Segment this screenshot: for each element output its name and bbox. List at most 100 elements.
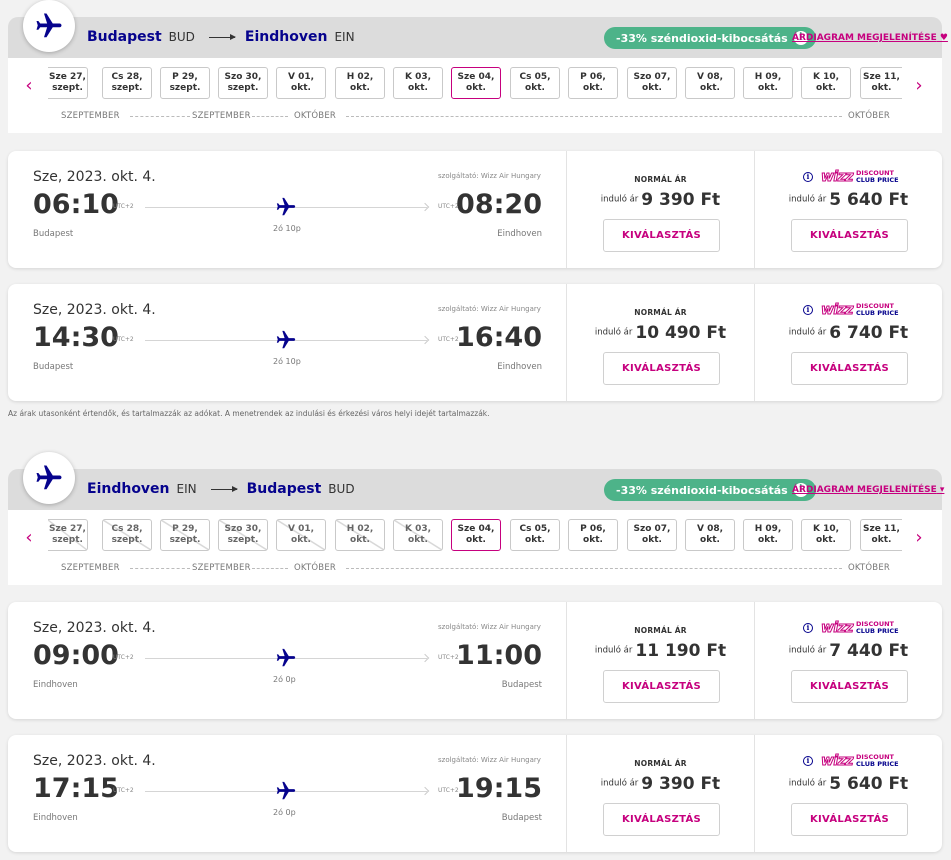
normal-fare: NORMÁL ÁR induló ár 10 490 Ft KIVÁLASZTÁS (566, 284, 754, 401)
date-option: H 02, okt. (335, 519, 385, 551)
date-month: szept. (52, 535, 83, 545)
normal-fare: NORMÁL ÁR induló ár 9 390 Ft KIVÁLASZTÁS (566, 735, 754, 852)
date-month: szept. (227, 535, 259, 545)
date-day: Sze 11, (863, 524, 900, 534)
airplane-icon (275, 780, 297, 802)
wizz-wordmark: wizz (820, 302, 854, 319)
date-day: P 29, (172, 72, 198, 82)
select-club-fare-button[interactable]: KIVÁLASZTÁS (791, 219, 908, 252)
date-option: Szo 30, szept. (218, 519, 268, 551)
date-option[interactable]: Szo 07, okt. (627, 519, 677, 551)
price-amount: 6 740 Ft (829, 322, 909, 343)
date-option[interactable]: K 10, okt. (801, 519, 851, 551)
date-option[interactable]: Szo 07, okt. (627, 67, 677, 99)
date-option[interactable]: K 10, okt. (801, 67, 851, 99)
date-option[interactable]: P 06, okt. (568, 519, 618, 551)
price-amount: 7 440 Ft (829, 640, 909, 661)
date-option[interactable]: Sze 11, okt. (860, 519, 902, 551)
date-option[interactable]: V 08, okt. (685, 67, 735, 99)
date-day: Sze 27, (49, 72, 86, 82)
airplane-icon (36, 13, 62, 38)
date-day: K 03, (404, 72, 432, 82)
date-option[interactable]: P 29, szept. (160, 67, 210, 99)
club-fare: i wizz DISCOUNT CLUB PRICE induló ár 5 640 Ft… (754, 735, 942, 852)
date-month: okt. (700, 83, 720, 93)
select-normal-fare-button[interactable]: KIVÁLASZTÁS (603, 352, 720, 385)
price-from-label: induló ár (788, 645, 827, 656)
fare-title: NORMÁL ÁR (634, 759, 687, 768)
select-club-fare-button[interactable]: KIVÁLASZTÁS (791, 670, 908, 703)
price-from-label: induló ár (594, 327, 633, 338)
month-label: OKTÓBER (294, 111, 336, 121)
month-label: SZEPTEMBER (61, 111, 120, 121)
fare-price: induló ár 5 640 Ft (755, 189, 942, 210)
co2-badge[interactable]: -33% széndioxid-kibocsátás i (604, 479, 816, 501)
arrival-time: 16:40 (456, 322, 542, 353)
date-option[interactable]: Cs 28, szept. (102, 67, 152, 99)
date-option[interactable]: Sze 04, okt. (451, 519, 501, 551)
fare-price: induló ár 9 390 Ft (567, 773, 754, 794)
departure-time: 14:30 (33, 322, 119, 353)
select-club-fare-button[interactable]: KIVÁLASZTÁS (791, 352, 908, 385)
route-header-outbound: Budapest BUD Eindhoven EIN -33% széndiox… (8, 17, 948, 58)
price-amount: 9 390 Ft (641, 189, 721, 210)
origin-code: BUD (168, 30, 195, 44)
destination-code: BUD (328, 482, 355, 496)
date-selector-outbound: ‹ › Sze 27, szept. Cs 28, szept. P 29, szept.… (8, 58, 942, 133)
date-day: Szo 07, (633, 524, 671, 534)
fare-price: induló ár 6 740 Ft (755, 322, 942, 343)
date-option[interactable]: Sze 11, okt. (860, 67, 902, 99)
date-option[interactable]: V 08, okt. (685, 519, 735, 551)
price-chart-link[interactable]: ÁRDIAGRAM MEGJELENÍTÉSE ▾ (792, 485, 944, 495)
date-option[interactable]: H 09, okt. (743, 519, 793, 551)
info-icon[interactable]: i (803, 172, 813, 182)
flight-date: Sze, 2023. okt. 4. (33, 753, 156, 769)
date-day: Sze 11, (863, 72, 900, 82)
date-day: Sze 04, (457, 72, 495, 82)
date-month: okt. (291, 83, 311, 93)
date-option[interactable]: Cs 05, okt. (510, 67, 560, 99)
chevron-right-icon[interactable]: › (912, 74, 926, 98)
wizz-wordmark: wizz (820, 753, 854, 770)
price-amount: 10 490 Ft (635, 322, 727, 343)
chevron-left-icon[interactable]: ‹ (22, 526, 36, 550)
date-option[interactable]: H 02, okt. (335, 67, 385, 99)
date-option[interactable]: Szo 30, szept. (218, 67, 268, 99)
airplane-icon (275, 647, 297, 669)
date-option[interactable]: H 09, okt. (743, 67, 793, 99)
airplane-icon (275, 329, 297, 351)
date-selector-return: ‹ › Sze 27, szept. Cs 28, szept. P 29, szept.… (8, 510, 942, 585)
date-option[interactable]: Sze 27, szept. (48, 67, 88, 99)
date-option[interactable]: Cs 05, okt. (510, 519, 560, 551)
select-normal-fare-button[interactable]: KIVÁLASZTÁS (603, 219, 720, 252)
date-day: V 08, (696, 72, 724, 82)
date-option[interactable]: P 06, okt. (568, 67, 618, 99)
date-option[interactable]: K 03, okt. (393, 67, 443, 99)
fare-title: NORMÁL ÁR (634, 626, 687, 635)
destination-code: EIN (334, 30, 355, 44)
date-option[interactable]: Sze 04, okt. (451, 67, 501, 99)
date-day: Cs 28, (111, 72, 143, 82)
fare-price: induló ár 5 640 Ft (755, 773, 942, 794)
info-icon[interactable]: i (803, 305, 813, 315)
select-normal-fare-button[interactable]: KIVÁLASZTÁS (603, 803, 720, 836)
info-icon[interactable]: i (803, 756, 813, 766)
date-month: okt. (466, 535, 486, 545)
date-month: okt. (758, 83, 778, 93)
price-from-label: induló ár (788, 194, 827, 205)
info-icon[interactable]: i (803, 623, 813, 633)
price-chart-link[interactable]: ÁRDIAGRAM MEGJELENÍTÉSE ♥ (792, 33, 948, 43)
select-normal-fare-button[interactable]: KIVÁLASZTÁS (603, 670, 720, 703)
chevron-left-icon[interactable]: ‹ (22, 74, 36, 98)
date-month: okt. (408, 535, 428, 545)
select-club-fare-button[interactable]: KIVÁLASZTÁS (791, 803, 908, 836)
destination-city: Budapest (246, 481, 322, 497)
date-day: H 02, (346, 524, 374, 534)
date-option[interactable]: V 01, okt. (276, 67, 326, 99)
date-day: Sze 04, (457, 524, 495, 534)
co2-badge[interactable]: -33% széndioxid-kibocsátás i (604, 27, 816, 49)
date-day: H 09, (754, 524, 782, 534)
chevron-right-icon[interactable]: › (912, 526, 926, 550)
price-from-label: induló ár (594, 645, 633, 656)
arrival-time: 11:00 (456, 640, 542, 671)
